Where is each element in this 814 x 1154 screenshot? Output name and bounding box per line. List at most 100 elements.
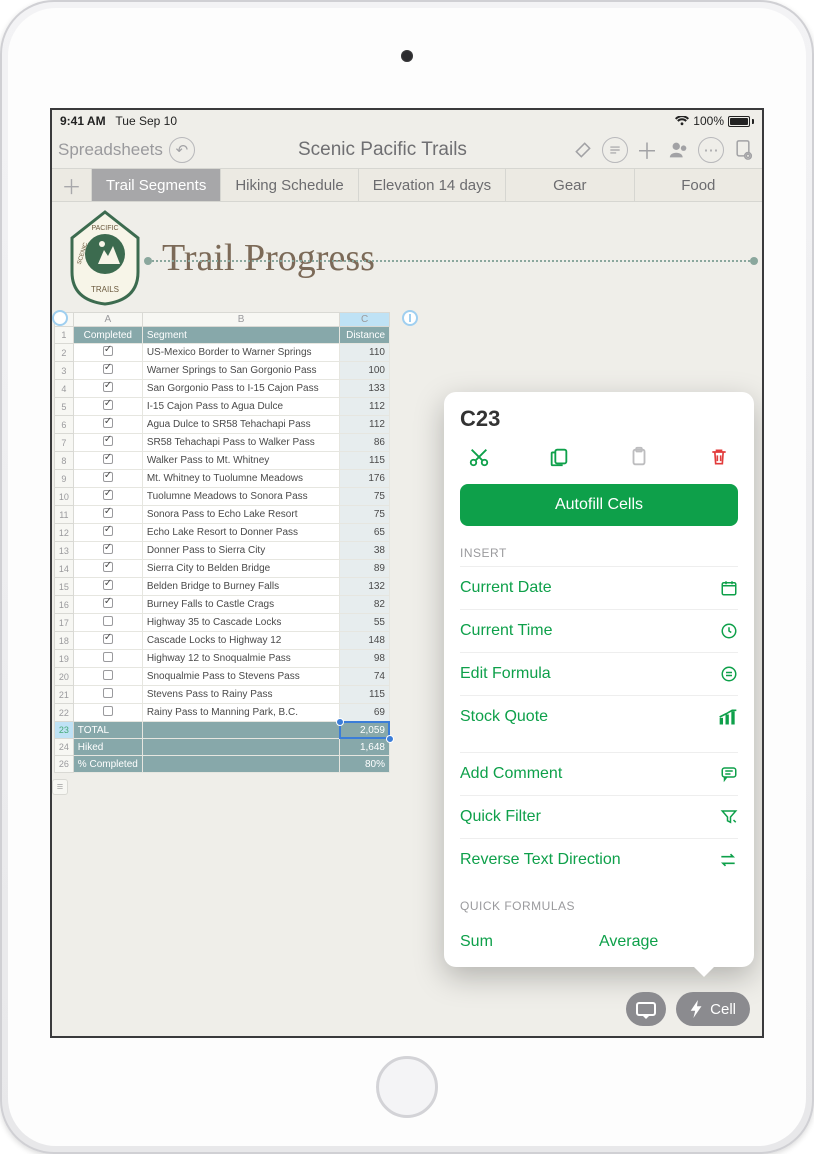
- battery-icon: [728, 116, 754, 127]
- wifi-icon: [675, 116, 689, 126]
- checkbox[interactable]: [103, 562, 113, 572]
- quick-formulas-label: QUICK FORMULAS: [460, 899, 738, 913]
- tab-food[interactable]: Food: [635, 169, 762, 201]
- undo-button[interactable]: ↶: [169, 137, 195, 163]
- checkbox[interactable]: [103, 688, 113, 698]
- autofill-button[interactable]: Autofill Cells: [460, 484, 738, 526]
- table-row[interactable]: 21Stevens Pass to Rainy Pass115: [55, 686, 390, 704]
- table-row[interactable]: 7SR58 Tehachapi Pass to Walker Pass86: [55, 434, 390, 452]
- add-comment[interactable]: Add Comment: [460, 752, 738, 795]
- tab-elevation[interactable]: Elevation 14 days: [359, 169, 506, 201]
- format-brush-icon[interactable]: [570, 137, 596, 163]
- text-direction-icon: [716, 852, 738, 868]
- page-heading: Trail Progress: [162, 236, 375, 280]
- checkbox[interactable]: [103, 616, 113, 626]
- table-row[interactable]: 13Donner Pass to Sierra City38: [55, 542, 390, 560]
- table-row[interactable]: 14Sierra City to Belden Bridge89: [55, 560, 390, 578]
- home-button[interactable]: [376, 1056, 438, 1118]
- add-sheet-button[interactable]: ＋: [52, 169, 92, 201]
- checkbox[interactable]: [103, 670, 113, 680]
- checkbox[interactable]: [103, 472, 113, 482]
- insert-button[interactable]: ＋: [634, 137, 660, 163]
- column-header[interactable]: B: [142, 313, 339, 327]
- checkbox[interactable]: [103, 508, 113, 518]
- table-row[interactable]: 15Belden Bridge to Burney Falls132: [55, 578, 390, 596]
- checkbox[interactable]: [103, 382, 113, 392]
- cut-button[interactable]: [466, 444, 492, 470]
- selection-handle-top[interactable]: [336, 718, 344, 726]
- status-date: Tue Sep 10: [115, 114, 177, 128]
- insert-current-time[interactable]: Current Time: [460, 609, 738, 652]
- checkbox[interactable]: [103, 364, 113, 374]
- formula-row-button[interactable]: ≡: [52, 779, 68, 795]
- selection-handle-bottom[interactable]: [386, 735, 394, 743]
- checkbox[interactable]: [103, 526, 113, 536]
- checkbox[interactable]: [103, 580, 113, 590]
- tab-trail-segments[interactable]: Trail Segments: [92, 169, 221, 201]
- table-row[interactable]: 19Highway 12 to Snoqualmie Pass98: [55, 650, 390, 668]
- table-row[interactable]: 3Warner Springs to San Gorgonio Pass100: [55, 362, 390, 380]
- checkbox[interactable]: [103, 544, 113, 554]
- summary-row[interactable]: 26% Completed80%: [55, 756, 390, 773]
- paste-button[interactable]: [626, 444, 652, 470]
- table-row[interactable]: 17Highway 35 to Cascade Locks55: [55, 614, 390, 632]
- tab-gear[interactable]: Gear: [506, 169, 634, 201]
- table-row[interactable]: 9Mt. Whitney to Tuolumne Meadows176: [55, 470, 390, 488]
- table-row[interactable]: 5I-15 Cajon Pass to Agua Dulce112: [55, 398, 390, 416]
- stock-quote[interactable]: Stock Quote: [460, 695, 738, 738]
- column-header[interactable]: A: [73, 313, 142, 327]
- checkbox[interactable]: [103, 400, 113, 410]
- stock-chart-icon: [716, 709, 738, 725]
- column-header[interactable]: C: [340, 313, 390, 327]
- quick-formula-sum[interactable]: Sum: [460, 933, 599, 951]
- table-row[interactable]: 16Burney Falls to Castle Crags82: [55, 596, 390, 614]
- checkbox[interactable]: [103, 634, 113, 644]
- edit-formula[interactable]: Edit Formula: [460, 652, 738, 695]
- checkbox[interactable]: [103, 706, 113, 716]
- delete-button[interactable]: [706, 444, 732, 470]
- checkbox[interactable]: [103, 418, 113, 428]
- tab-hiking-schedule[interactable]: Hiking Schedule: [221, 169, 358, 201]
- svg-text:TRAILS: TRAILS: [91, 285, 119, 294]
- back-button[interactable]: Spreadsheets: [58, 140, 163, 160]
- table-row[interactable]: 11Sonora Pass to Echo Lake Resort75: [55, 506, 390, 524]
- sheet-tabs: ＋ Trail Segments Hiking Schedule Elevati…: [52, 168, 762, 202]
- equals-icon: [716, 665, 738, 683]
- table-corner-handle[interactable]: [52, 310, 68, 326]
- table-row[interactable]: 2US-Mexico Border to Warner Springs110: [55, 344, 390, 362]
- table-row[interactable]: 18Cascade Locks to Highway 12148: [55, 632, 390, 650]
- filter-icon: [716, 808, 738, 826]
- reverse-text-direction[interactable]: Reverse Text Direction: [460, 838, 738, 881]
- table-row[interactable]: 20Snoqualmie Pass to Stevens Pass74: [55, 668, 390, 686]
- checkbox[interactable]: [103, 454, 113, 464]
- cell-mode-button[interactable]: Cell: [676, 992, 750, 1026]
- keyboard-button[interactable]: [626, 992, 666, 1026]
- checkbox[interactable]: [103, 490, 113, 500]
- copy-button[interactable]: [546, 444, 572, 470]
- document-title[interactable]: Scenic Pacific Trails: [298, 139, 467, 161]
- trail-logo: PACIFIC SCENIC TRAILS: [66, 210, 144, 306]
- summary-row[interactable]: 24Hiked1,648: [55, 739, 390, 756]
- table-row[interactable]: 8Walker Pass to Mt. Whitney115: [55, 452, 390, 470]
- more-button[interactable]: ⋯: [698, 137, 724, 163]
- status-time: 9:41 AM: [60, 114, 106, 128]
- cell-reference: C23: [460, 406, 738, 432]
- table-row[interactable]: 12Echo Lake Resort to Donner Pass65: [55, 524, 390, 542]
- sheet-canvas[interactable]: PACIFIC SCENIC TRAILS Trail Progress ABC…: [52, 202, 762, 1036]
- table-row[interactable]: 4San Gorgonio Pass to I-15 Cajon Pass133: [55, 380, 390, 398]
- checkbox[interactable]: [103, 346, 113, 356]
- insert-current-date[interactable]: Current Date: [460, 566, 738, 609]
- document-settings-button[interactable]: [730, 137, 756, 163]
- table-row[interactable]: 10Tuolumne Meadows to Sonora Pass75: [55, 488, 390, 506]
- collaborate-button[interactable]: [666, 137, 692, 163]
- checkbox[interactable]: [103, 436, 113, 446]
- table-column-handle[interactable]: [402, 310, 418, 326]
- checkbox[interactable]: [103, 598, 113, 608]
- spreadsheet-table[interactable]: ABC1CompletedSegmentDistance2US-Mexico B…: [54, 312, 390, 773]
- checkbox[interactable]: [103, 652, 113, 662]
- comment-button[interactable]: [602, 137, 628, 163]
- quick-filter[interactable]: Quick Filter: [460, 795, 738, 838]
- table-row[interactable]: 6Agua Dulce to SR58 Tehachapi Pass112: [55, 416, 390, 434]
- quick-formula-average[interactable]: Average: [599, 933, 738, 951]
- screen: 9:41 AM Tue Sep 10 100% Spreadsheets ↶ S…: [50, 108, 764, 1038]
